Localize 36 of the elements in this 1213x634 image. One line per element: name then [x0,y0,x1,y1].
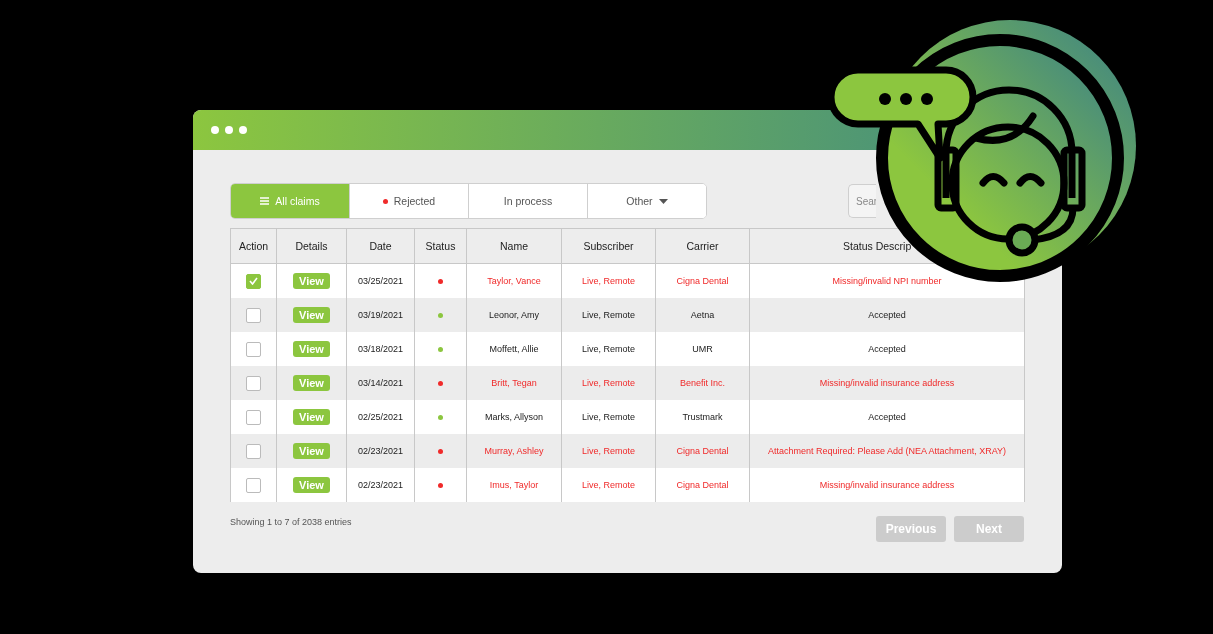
filter-tab[interactable]: All claims [231,184,349,218]
view-button[interactable]: View [293,477,330,493]
column-header: Name [466,228,562,264]
row-checkbox[interactable] [246,273,261,289]
status-dot-icon [382,198,388,204]
table-cell: Cigna Dental [655,468,750,502]
table-cell: Live, Remote [561,468,656,502]
row-checkbox[interactable] [246,443,261,459]
window-dot-icon [225,126,233,134]
table-cell: Missing/invalid insurance address [749,468,1025,502]
check-icon [249,277,258,285]
view-button[interactable]: View [293,443,330,459]
filter-tab[interactable]: Other [587,184,706,218]
row-checkbox[interactable] [246,307,261,323]
row-checkbox[interactable] [246,341,261,357]
table-cell: 02/23/2021 [346,468,415,502]
view-button[interactable]: View [293,375,330,391]
entries-summary: Showing 1 to 7 of 2038 entries [230,517,352,527]
column-header: Subscriber [561,228,656,264]
row-checkbox[interactable] [246,375,261,391]
row-checkbox[interactable] [246,477,261,493]
view-button[interactable]: View [293,341,330,357]
column-header: Date [346,228,415,264]
view-button[interactable]: View [293,409,330,425]
window-dot-icon [239,126,247,134]
column-header: Action [230,228,277,264]
menu-icon [260,197,270,205]
column-header: Carrier [655,228,750,264]
window-dot-icon [211,126,219,134]
table-cell: Imus, Taylor [466,468,562,502]
column-header: Status [414,228,467,264]
view-button[interactable]: View [293,307,330,323]
caret-icon [658,198,668,204]
row-checkbox[interactable] [246,409,261,425]
column-header: Details [276,228,347,264]
view-button[interactable]: View [293,273,330,289]
